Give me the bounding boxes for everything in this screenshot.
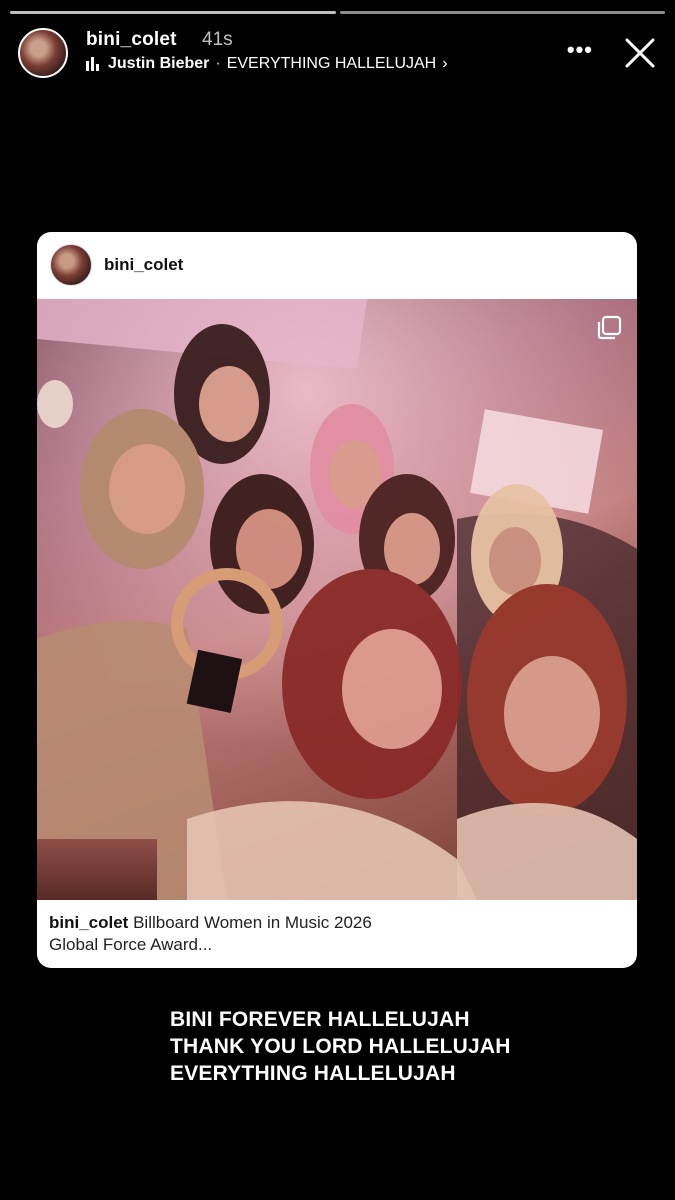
music-attribution[interactable]: Justin Bieber · EVERYTHING HALLELUJAH › xyxy=(86,55,448,73)
progress-segment-2 xyxy=(339,11,665,14)
post-username: bini_colet xyxy=(104,255,184,274)
story-text-overlay: BINI FOREVER HALLELUJAH THANK YOU LORD H… xyxy=(170,1006,511,1087)
post-header: bini_colet xyxy=(37,232,637,299)
story-time: 41s xyxy=(202,29,233,50)
music-separator: · xyxy=(215,55,221,72)
caption-text-line2: Global Force Award... xyxy=(49,935,213,954)
post-photo[interactable] xyxy=(37,299,637,900)
progress-segment-1 xyxy=(10,11,336,14)
post-caption: bini_colet Billboard Women in Music 2026… xyxy=(49,912,619,956)
story-text-line-2: THANK YOU LORD HALLELUJAH xyxy=(170,1035,511,1058)
profile-avatar[interactable] xyxy=(18,28,68,78)
chevron-right-icon: › xyxy=(442,55,448,72)
music-song: EVERYTHING HALLELUJAH xyxy=(226,55,437,72)
story-progress-bar xyxy=(10,11,665,14)
close-icon[interactable] xyxy=(623,36,657,70)
story-text-line-3: EVERYTHING HALLELUJAH xyxy=(170,1062,456,1085)
caption-text-line1: Billboard Women in Music 2026 xyxy=(128,913,372,932)
carousel-icon xyxy=(597,315,622,340)
group-photo-illustration xyxy=(37,299,637,900)
caption-username: bini_colet xyxy=(49,913,129,932)
story-header: bini_colet 41s Justin Bieber · EVERYTHIN… xyxy=(18,28,657,78)
shared-post-card[interactable]: bini_colet bini_colet Billboard Women in… xyxy=(37,232,637,968)
music-bars-icon xyxy=(86,57,102,71)
more-options-icon[interactable]: ••• xyxy=(567,37,593,63)
story-username[interactable]: bini_colet xyxy=(86,29,177,51)
story-text-line-1: BINI FOREVER HALLELUJAH xyxy=(170,1008,470,1031)
post-avatar xyxy=(50,244,92,286)
music-artist: Justin Bieber xyxy=(108,55,210,72)
